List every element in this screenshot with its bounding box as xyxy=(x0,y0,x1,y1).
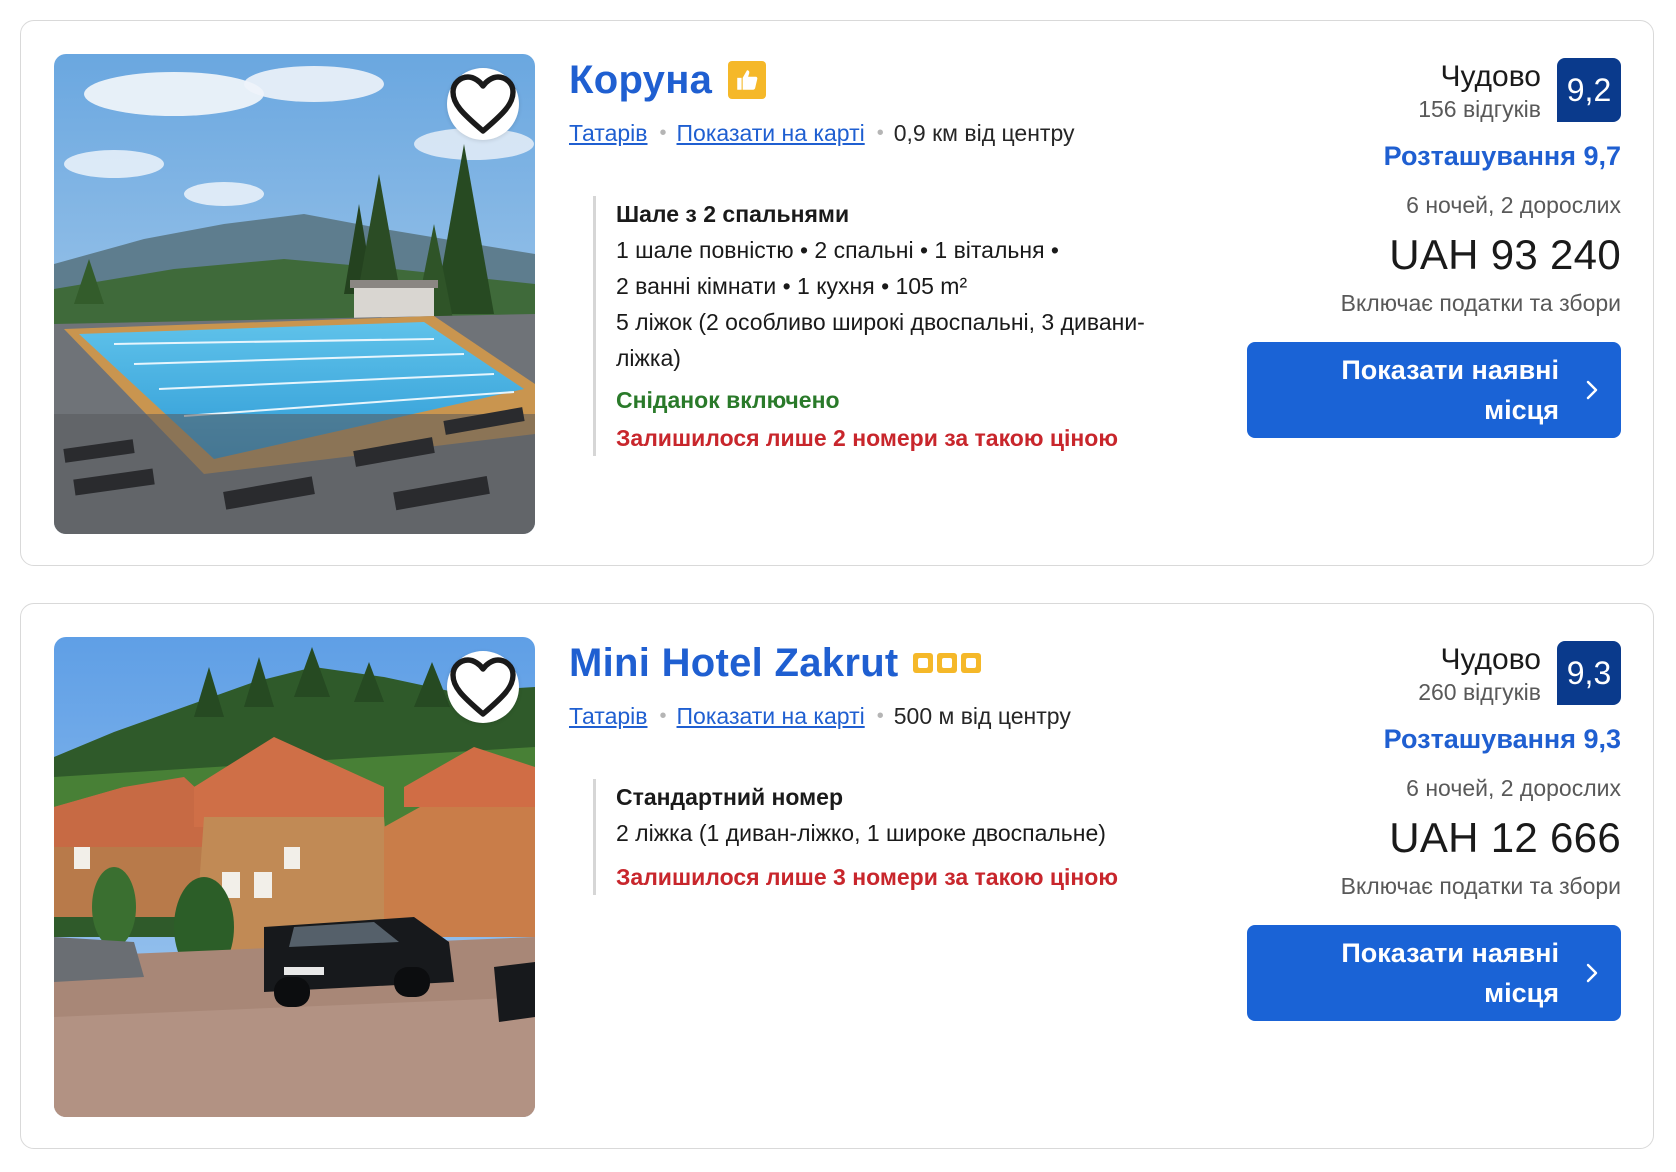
review-count: 260 відгуків xyxy=(1418,679,1541,705)
show-on-map-link[interactable]: Показати на карті xyxy=(677,703,865,730)
property-photo[interactable] xyxy=(54,54,535,534)
stay-summary: 6 ночей, 2 дорослих xyxy=(1406,775,1621,801)
scarcity-message: Залишилося лише 2 номери за такою ціною xyxy=(616,425,1118,451)
total-price: UAH 12 666 xyxy=(1389,814,1621,861)
score-badge: 9,2 xyxy=(1557,58,1621,122)
show-on-map-link[interactable]: Показати на карті xyxy=(677,120,865,147)
show-availability-button[interactable]: Показати наявні місця xyxy=(1247,925,1621,1021)
city-link[interactable]: Татарів xyxy=(569,120,648,147)
room-details: Стандартний номер 2 ліжка (1 диван-ліжко… xyxy=(593,779,1213,895)
cta-label-line2: місця xyxy=(1484,978,1559,1008)
total-price: UAH 93 240 xyxy=(1389,231,1621,278)
property-info: Коруна Татарів • Показати на карті • 0,9… xyxy=(569,54,1229,456)
chevron-right-icon xyxy=(1586,380,1598,400)
star-icon xyxy=(960,653,981,673)
room-detail-line: 5 ліжок (2 особливо широкі двоспальні, 3… xyxy=(616,309,1145,335)
separator-dot: • xyxy=(876,704,884,727)
property-name-link[interactable]: Коруна xyxy=(569,58,712,103)
review-count: 156 відгуків xyxy=(1418,96,1541,122)
price-panel: Чудово 260 відгуків 9,3 Розташування 9,3… xyxy=(1201,641,1621,1021)
heart-icon xyxy=(450,657,516,717)
city-link[interactable]: Татарів xyxy=(569,703,648,730)
rating-word: Чудово xyxy=(1440,643,1541,676)
distance-from-center: 0,9 км від центру xyxy=(893,119,1075,146)
separator-dot: • xyxy=(659,704,667,727)
cta-label-line1: Показати наявні xyxy=(1341,355,1559,385)
stay-summary: 6 ночей, 2 дорослих xyxy=(1406,192,1621,218)
star-icon xyxy=(936,653,957,673)
property-card: Коруна Татарів • Показати на карті • 0,9… xyxy=(20,20,1654,566)
scarcity-message: Залишилося лише 3 номери за такою ціною xyxy=(616,864,1118,890)
room-details: Шале з 2 спальнями 1 шале повністю • 2 с… xyxy=(593,196,1213,456)
price-panel: Чудово 156 відгуків 9,2 Розташування 9,7… xyxy=(1201,58,1621,438)
thumbs-up-icon xyxy=(728,61,767,99)
heart-icon xyxy=(450,74,516,134)
taxes-note: Включає податки та збори xyxy=(1340,290,1621,316)
property-name-link[interactable]: Mini Hotel Zakrut xyxy=(569,641,899,686)
star-icon xyxy=(912,653,933,673)
show-availability-button[interactable]: Показати наявні місця xyxy=(1247,342,1621,438)
cta-label-line2: місця xyxy=(1484,395,1559,425)
location-score: Розташування 9,3 xyxy=(1383,724,1621,754)
property-photo[interactable] xyxy=(54,637,535,1117)
location-score: Розташування 9,7 xyxy=(1383,141,1621,171)
distance-from-center: 500 м від центру xyxy=(893,702,1071,729)
room-detail-line: 2 ліжка (1 диван-ліжко, 1 широке двоспал… xyxy=(616,820,1106,846)
chevron-right-icon xyxy=(1586,963,1598,983)
star-rating xyxy=(912,653,981,673)
score-badge: 9,3 xyxy=(1557,641,1621,705)
review-score[interactable]: Чудово 156 відгуків 9,2 xyxy=(1201,58,1621,124)
room-detail-line: ліжка) xyxy=(616,345,681,371)
rating-word: Чудово xyxy=(1440,60,1541,93)
favorite-heart-button[interactable] xyxy=(447,651,519,723)
review-score[interactable]: Чудово 260 відгуків 9,3 xyxy=(1201,641,1621,707)
property-card: Mini Hotel Zakrut Татарів • Показати на … xyxy=(20,603,1654,1149)
room-name: Стандартний номер xyxy=(616,784,844,810)
separator-dot: • xyxy=(876,121,884,144)
room-detail-line: 1 шале повністю • 2 спальні • 1 вітальня… xyxy=(616,237,1059,263)
cta-label-line1: Показати наявні xyxy=(1341,938,1559,968)
room-detail-line: 2 ванні кімнати • 1 кухня • 105 m² xyxy=(616,273,968,299)
favorite-heart-button[interactable] xyxy=(447,68,519,140)
breakfast-included-label: Сніданок включено xyxy=(616,387,840,413)
separator-dot: • xyxy=(659,121,667,144)
property-info: Mini Hotel Zakrut Татарів • Показати на … xyxy=(569,637,1229,895)
taxes-note: Включає податки та збори xyxy=(1340,873,1621,899)
room-name: Шале з 2 спальнями xyxy=(616,201,850,227)
